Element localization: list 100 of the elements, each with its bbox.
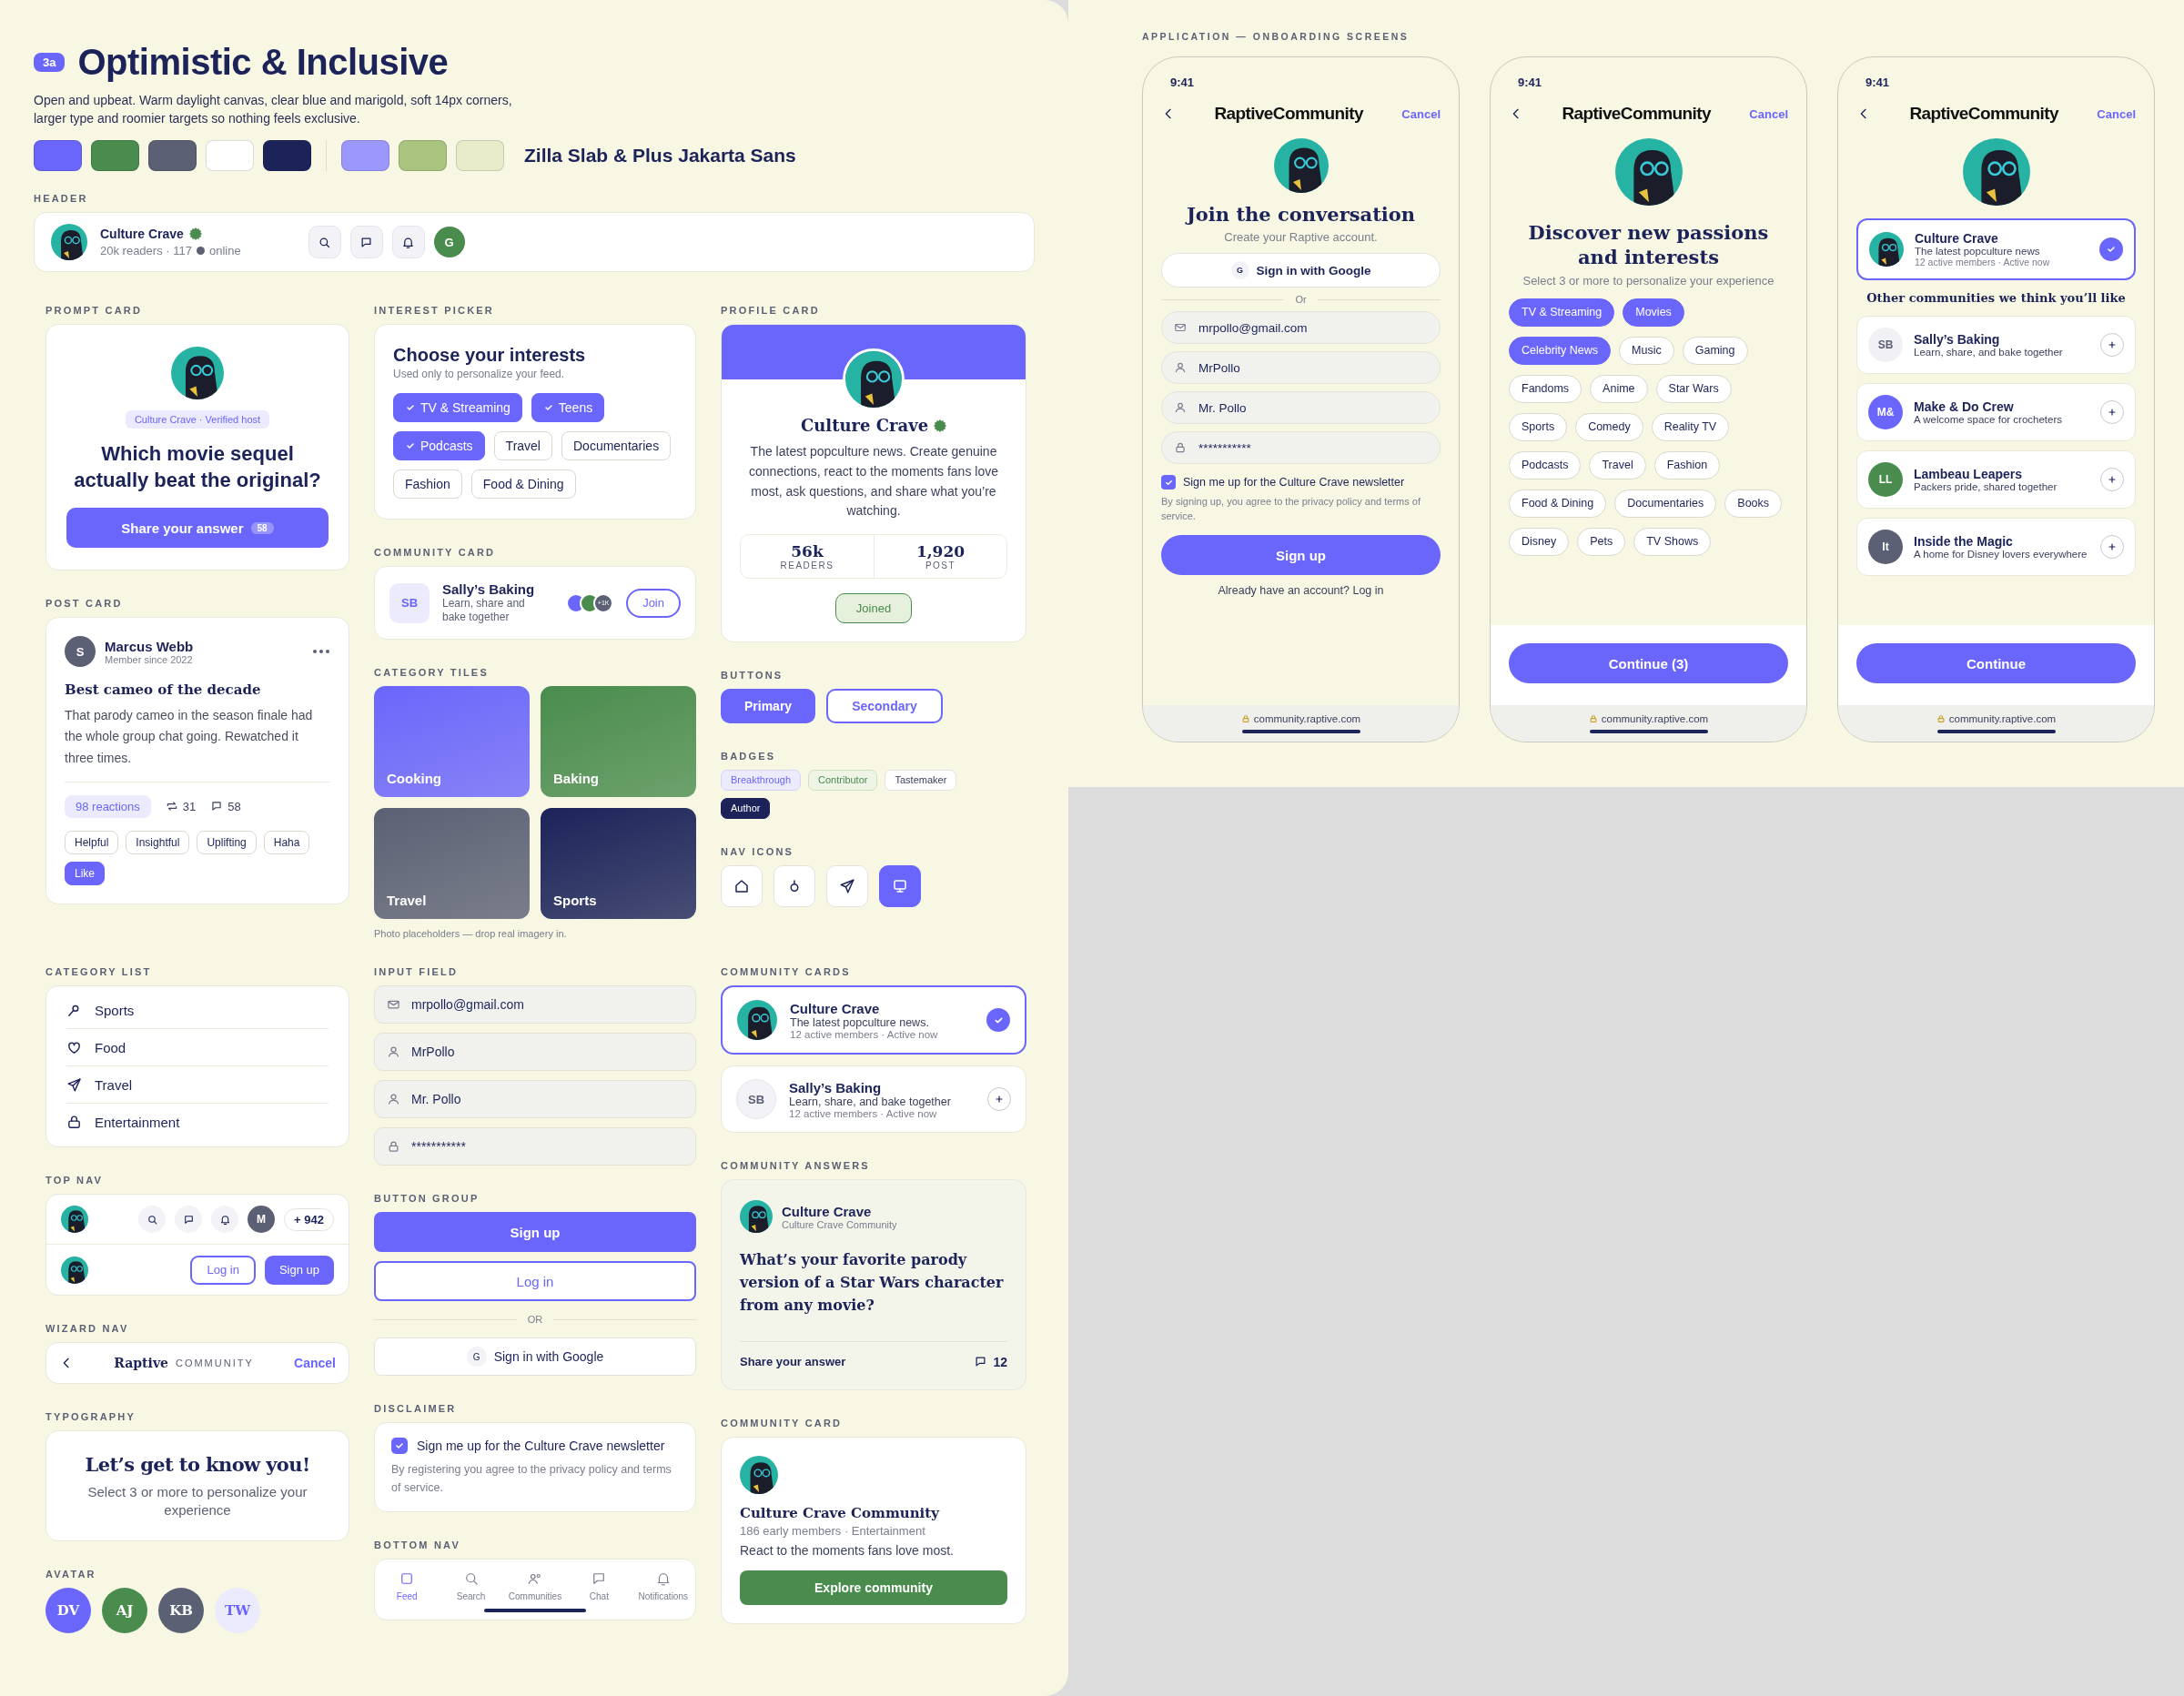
- password-field[interactable]: ***********: [374, 1127, 696, 1166]
- reaction-tag[interactable]: Uplifting: [197, 830, 257, 854]
- email-field[interactable]: mrpollo@gmail.com: [1161, 311, 1441, 345]
- reaction-tag[interactable]: Helpful: [65, 830, 119, 854]
- interest-chip[interactable]: Documentaries: [561, 431, 672, 461]
- interest-chip[interactable]: TV Shows: [1633, 527, 1712, 556]
- community-card[interactable]: SB Sally’s Baking Learn, share, and bake together: [1856, 316, 2136, 374]
- interest-chip[interactable]: Podcasts: [393, 431, 485, 461]
- interest-chip[interactable]: Reality TV: [1651, 412, 1730, 441]
- interest-chip[interactable]: Pets: [1577, 527, 1626, 556]
- username-field[interactable]: Mr. Pollo: [374, 1080, 696, 1119]
- continue-button[interactable]: Continue: [1856, 643, 2136, 683]
- interest-chip[interactable]: Sports: [1509, 412, 1568, 441]
- username-field[interactable]: MrPollo: [374, 1033, 696, 1072]
- nav-tab[interactable]: Feed: [377, 1570, 438, 1601]
- add-button[interactable]: [2100, 333, 2124, 357]
- newsletter-checkbox[interactable]: [1161, 475, 1176, 490]
- interest-chip[interactable]: Food & Dining: [1509, 489, 1607, 518]
- primary-button[interactable]: Primary: [721, 688, 816, 723]
- category-item[interactable]: Sports: [66, 992, 329, 1030]
- interest-chip[interactable]: Comedy: [1575, 412, 1643, 441]
- category-tile[interactable]: Travel: [374, 808, 530, 920]
- chat-button[interactable]: [175, 1206, 203, 1234]
- more-button[interactable]: [312, 649, 330, 655]
- cancel-link[interactable]: Cancel: [1749, 106, 1788, 121]
- cancel-link[interactable]: Cancel: [294, 1356, 336, 1371]
- share-answer-button[interactable]: Share your answer 58: [66, 508, 329, 549]
- add-button[interactable]: [2100, 468, 2124, 491]
- nav-tab[interactable]: Notifications: [632, 1570, 693, 1601]
- reaction-tag[interactable]: Insightful: [126, 830, 190, 854]
- notifications-button[interactable]: [391, 226, 425, 259]
- interest-chip[interactable]: Celebrity News: [1509, 336, 1612, 365]
- nav-button[interactable]: [879, 864, 921, 907]
- interest-chip[interactable]: Gaming: [1682, 336, 1748, 365]
- community-card[interactable]: M& Make & Do Crew A welcome space for crocheters: [1856, 383, 2136, 441]
- signup-button[interactable]: Sign up: [1161, 535, 1441, 576]
- community-card[interactable]: LL Lambeau Leapers Packers pride, shared together: [1856, 450, 2136, 509]
- interest-chip[interactable]: Music: [1619, 336, 1674, 365]
- interest-chip[interactable]: Podcasts: [1509, 450, 1582, 480]
- selected-check[interactable]: [2099, 237, 2123, 261]
- secondary-button[interactable]: Secondary: [826, 688, 943, 723]
- interest-chip[interactable]: Fashion: [393, 469, 462, 500]
- password-field[interactable]: ***********: [1161, 431, 1441, 465]
- reaction-tag[interactable]: Like: [65, 861, 105, 885]
- interest-chip[interactable]: Travel: [493, 431, 552, 461]
- username-field[interactable]: Mr. Pollo: [1161, 391, 1441, 425]
- add-button[interactable]: [987, 1087, 1011, 1112]
- email-field[interactable]: mrpollo@gmail.com: [374, 985, 696, 1025]
- search-button[interactable]: [308, 226, 341, 259]
- category-item[interactable]: Food: [66, 1029, 329, 1067]
- interest-chip[interactable]: Star Wars: [1655, 374, 1732, 403]
- community-card[interactable]: Culture Crave The latest popculture news 12 active members · Active now: [1856, 218, 2136, 280]
- nav-tab[interactable]: Communities: [504, 1570, 565, 1601]
- interest-chip[interactable]: Fandoms: [1509, 374, 1582, 403]
- nav-tab[interactable]: Chat: [569, 1570, 630, 1601]
- category-item[interactable]: Entertainment: [66, 1104, 329, 1142]
- category-tile[interactable]: Sports: [541, 808, 696, 920]
- interest-chip[interactable]: Disney: [1509, 527, 1570, 556]
- notifications-button[interactable]: [211, 1206, 239, 1234]
- nav-tab[interactable]: Search: [440, 1570, 501, 1601]
- signup-button[interactable]: Sign up: [374, 1212, 696, 1253]
- community-card[interactable]: It Inside the Magic A home for Disney lovers everywhere: [1856, 518, 2136, 576]
- login-prompt[interactable]: Already have an account? Log in: [1218, 584, 1384, 598]
- user-avatar[interactable]: G: [433, 227, 465, 258]
- joined-button[interactable]: Joined: [834, 592, 913, 623]
- interest-chip[interactable]: TV & Streaming: [1509, 298, 1615, 327]
- google-signin-button[interactable]: G Sign in with Google: [1161, 253, 1441, 288]
- newsletter-checkbox[interactable]: [391, 1438, 408, 1455]
- search-button[interactable]: [138, 1206, 167, 1234]
- interest-chip[interactable]: Anime: [1590, 374, 1648, 403]
- interest-chip[interactable]: Fashion: [1653, 450, 1721, 480]
- explore-community-button[interactable]: Explore community: [740, 1570, 1007, 1605]
- interest-chip[interactable]: Teens: [531, 393, 605, 423]
- continue-button[interactable]: Continue (3): [1509, 643, 1788, 683]
- add-button[interactable]: [2100, 535, 2124, 559]
- cancel-link[interactable]: Cancel: [2097, 106, 2136, 121]
- share-answer-link[interactable]: Share your answer: [740, 1355, 969, 1369]
- interest-chip[interactable]: Books: [1724, 489, 1783, 518]
- interest-chip[interactable]: Food & Dining: [470, 469, 576, 500]
- interest-chip[interactable]: Travel: [1589, 450, 1646, 480]
- login-button[interactable]: Log in: [190, 1255, 256, 1285]
- category-item[interactable]: Travel: [66, 1066, 329, 1105]
- add-button[interactable]: [2100, 400, 2124, 424]
- interest-chip[interactable]: Documentaries: [1614, 489, 1717, 518]
- chat-button[interactable]: [349, 226, 383, 259]
- reaction-tag[interactable]: Haha: [263, 830, 310, 854]
- cancel-link[interactable]: Cancel: [1401, 106, 1441, 121]
- signup-button[interactable]: Sign up: [264, 1255, 334, 1285]
- username-field[interactable]: MrPollo: [1161, 351, 1441, 385]
- user-avatar[interactable]: M: [248, 1206, 276, 1234]
- join-button[interactable]: Join: [626, 588, 681, 618]
- interest-chip[interactable]: TV & Streaming: [393, 393, 522, 423]
- interest-chip[interactable]: Movies: [1623, 298, 1684, 327]
- category-tile[interactable]: Cooking: [374, 686, 530, 798]
- google-signin-button[interactable]: G Sign in with Google: [374, 1338, 696, 1377]
- reactions-count[interactable]: 98 reactions: [65, 794, 151, 818]
- community-card[interactable]: Culture Crave The latest popculture news. 12 active members · Active now: [721, 985, 1026, 1055]
- selected-check[interactable]: [986, 1008, 1010, 1033]
- community-card[interactable]: SB Sally’s Baking Learn, share, and bake together 12 active members · Active now: [721, 1065, 1026, 1134]
- login-button[interactable]: Log in: [374, 1261, 696, 1302]
